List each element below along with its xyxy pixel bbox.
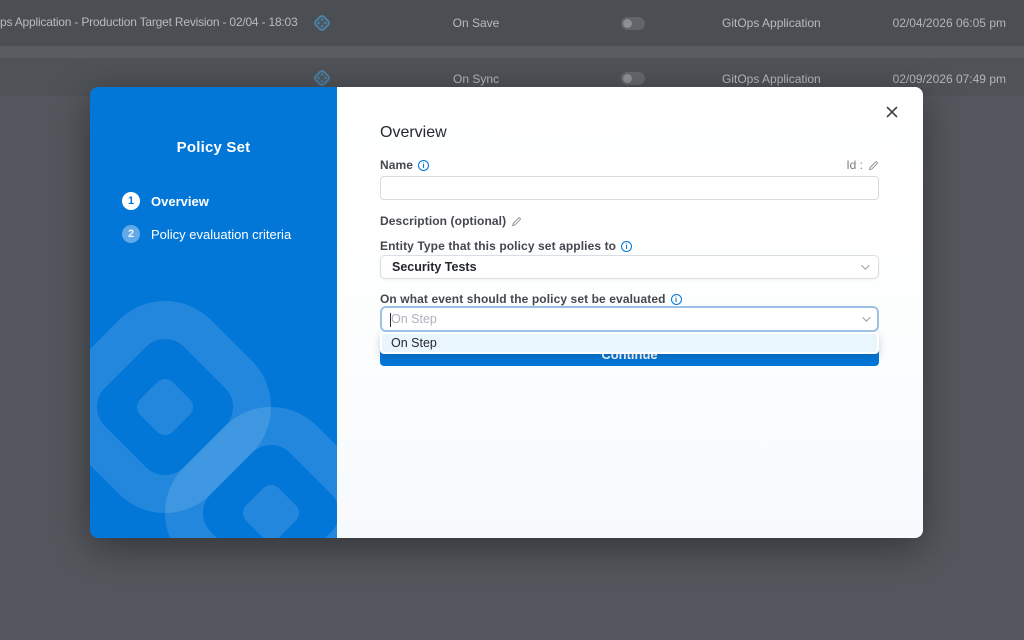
policy-set-name: ps Application - Production Target Revis…: [0, 15, 308, 29]
wizard-steps: 1 Overview 2 Policy evaluation criteria: [122, 192, 291, 258]
event-label: On what event should the policy set be e…: [380, 292, 682, 306]
step-number-badge: 1: [122, 192, 140, 210]
gitops-diamond-icon: [312, 13, 332, 33]
step-overview[interactable]: 1 Overview: [122, 192, 291, 210]
row-entity-type: GitOps Application: [722, 16, 821, 30]
chevron-down-icon: [861, 261, 869, 269]
edit-pencil-icon[interactable]: [511, 216, 522, 227]
entity-type-select[interactable]: Security Tests: [380, 255, 879, 279]
gitops-diamond-icon: [312, 68, 332, 88]
info-icon[interactable]: [621, 241, 632, 252]
page-title: Overview: [380, 124, 447, 142]
text-caret: [390, 313, 391, 327]
event-dropdown-menu: On Step: [380, 332, 879, 354]
description-label: Description (optional): [380, 214, 522, 228]
dropdown-option-on-step[interactable]: On Step: [382, 334, 877, 352]
row-event: On Save: [426, 16, 526, 30]
row-entity-type: GitOps Application: [722, 72, 821, 86]
edit-pencil-icon[interactable]: [868, 160, 879, 171]
name-input[interactable]: [380, 176, 879, 200]
step-policy-evaluation-criteria[interactable]: 2 Policy evaluation criteria: [122, 225, 291, 243]
table-row[interactable]: ps Application - Production Target Revis…: [0, 0, 1024, 46]
info-icon[interactable]: [671, 294, 682, 305]
row-event: On Sync: [426, 72, 526, 86]
step-label: Overview: [151, 194, 209, 209]
name-label: Name: [380, 158, 429, 172]
event-combobox[interactable]: [380, 306, 879, 332]
enabled-toggle[interactable]: [621, 72, 645, 85]
brand-watermark-logo: [90, 270, 337, 538]
entity-type-value: Security Tests: [392, 260, 477, 274]
entity-type-label: Entity Type that this policy set applies…: [380, 239, 632, 253]
wizard-content-panel: Overview Name Id : Description (optional…: [337, 87, 923, 538]
wizard-sidebar: Policy Set 1 Overview 2 Policy evaluatio…: [90, 87, 337, 538]
table-row-divider: [0, 46, 1024, 58]
enabled-toggle[interactable]: [621, 17, 645, 30]
row-updated-date: 02/04/2026 06:05 pm: [816, 16, 1006, 30]
step-number-badge: 2: [122, 225, 140, 243]
info-icon[interactable]: [418, 160, 429, 171]
id-label: Id :: [846, 158, 879, 172]
close-icon[interactable]: [885, 105, 899, 119]
policy-set-wizard-modal: Policy Set 1 Overview 2 Policy evaluatio…: [90, 87, 923, 538]
event-input[interactable]: [391, 312, 862, 326]
step-label: Policy evaluation criteria: [151, 227, 291, 242]
wizard-title: Policy Set: [90, 139, 337, 156]
chevron-down-icon: [862, 313, 870, 321]
row-updated-date: 02/09/2026 07:49 pm: [816, 72, 1006, 86]
